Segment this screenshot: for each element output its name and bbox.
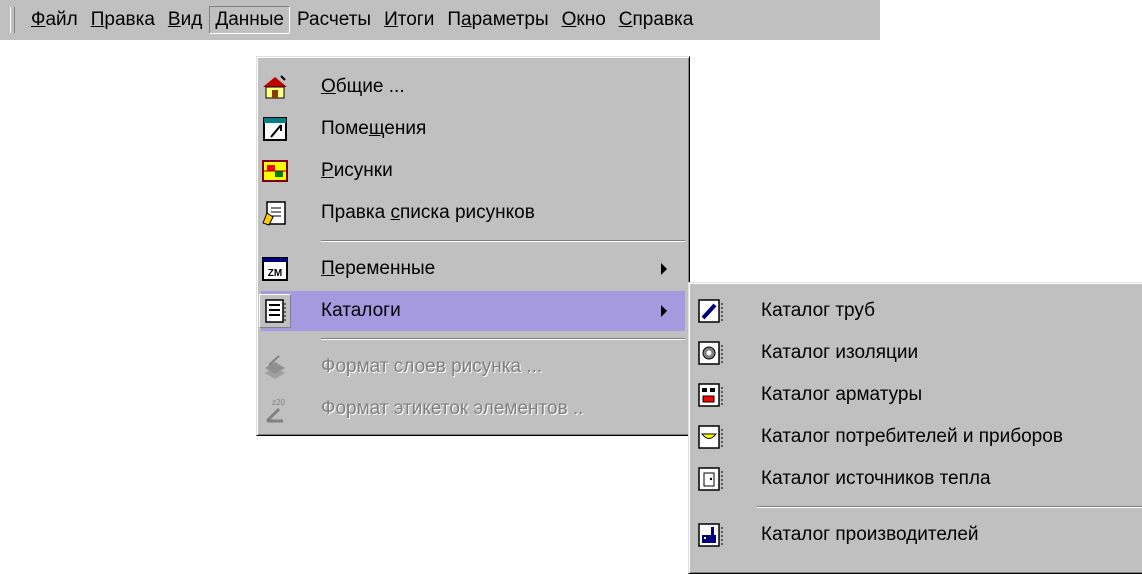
menu-calculations[interactable]: Расчеты bbox=[291, 6, 377, 34]
house-icon bbox=[263, 75, 287, 99]
menu-view[interactable]: Вид bbox=[162, 6, 208, 34]
menu-separator bbox=[757, 506, 1142, 508]
menu-file[interactable]: Файл bbox=[25, 6, 84, 34]
menu-data[interactable]: Данные bbox=[209, 6, 290, 34]
manufacturers-catalog-icon bbox=[698, 523, 723, 547]
submenu-item-manufacturers-catalog[interactable]: Каталог производителей bbox=[693, 515, 1142, 555]
labels-format-icon: z20 bbox=[265, 398, 285, 423]
variables-icon: ZM bbox=[262, 257, 288, 281]
menu-bar: Файл Правка Вид Данные Расчеты Итоги Пар… bbox=[0, 0, 880, 40]
edit-list-icon bbox=[262, 201, 286, 226]
menu-item-drawing-layer-format[interactable]: Формат слоев рисунка ... bbox=[261, 347, 685, 387]
submenu-item-valves-catalog[interactable]: Каталог арматуры bbox=[693, 375, 1142, 415]
catalogs-icon bbox=[259, 294, 291, 328]
drawings-icon bbox=[262, 160, 288, 182]
submenu-item-consumers-catalog[interactable]: Каталог потребителей и приборов bbox=[693, 417, 1142, 457]
menu-item-element-label-format[interactable]: z20 Формат этикеток элементов .. bbox=[261, 389, 685, 429]
insulation-catalog-icon bbox=[698, 341, 723, 365]
room-plan-icon bbox=[263, 117, 287, 141]
menu-item-catalogs[interactable]: Каталоги bbox=[259, 291, 685, 331]
consumers-catalog-icon bbox=[698, 425, 723, 449]
menu-item-variables[interactable]: ZM Переменные bbox=[261, 249, 685, 289]
svg-text:z20: z20 bbox=[272, 398, 285, 407]
menu-item-edit-drawing-list[interactable]: Правка списка рисунков bbox=[261, 193, 685, 233]
menu-parameters[interactable]: Параметры bbox=[441, 6, 554, 34]
submenu-item-heat-sources-catalog[interactable]: Каталог источников тепла bbox=[693, 459, 1142, 499]
submenu-arrow-icon bbox=[661, 263, 667, 275]
svg-text:ZM: ZM bbox=[268, 268, 282, 279]
menu-separator bbox=[321, 338, 685, 340]
submenu-item-pipe-catalog[interactable]: Каталог труб bbox=[693, 291, 1142, 331]
data-dropdown-menu: Общие ... Помещения Рисунки Правка списк… bbox=[256, 56, 690, 436]
menu-window[interactable]: Окно bbox=[556, 6, 612, 34]
submenu-arrow-icon bbox=[661, 305, 667, 317]
menu-item-general[interactable]: Общие ... bbox=[261, 67, 685, 107]
menu-edit[interactable]: Правка bbox=[85, 6, 161, 34]
menubar-grip[interactable] bbox=[10, 7, 15, 33]
menu-separator bbox=[321, 240, 685, 242]
pipe-catalog-icon bbox=[698, 299, 723, 323]
valves-catalog-icon bbox=[698, 383, 723, 407]
menu-help[interactable]: Справка bbox=[613, 6, 700, 34]
menu-item-drawings[interactable]: Рисунки bbox=[261, 151, 685, 191]
menu-totals[interactable]: Итоги bbox=[378, 6, 440, 34]
menu-item-rooms[interactable]: Помещения bbox=[261, 109, 685, 149]
layers-format-icon bbox=[265, 355, 285, 379]
heat-sources-catalog-icon bbox=[698, 467, 723, 491]
catalogs-submenu: Каталог труб Каталог изоляции Каталог ар… bbox=[688, 282, 1142, 574]
submenu-item-insulation-catalog[interactable]: Каталог изоляции bbox=[693, 333, 1142, 373]
